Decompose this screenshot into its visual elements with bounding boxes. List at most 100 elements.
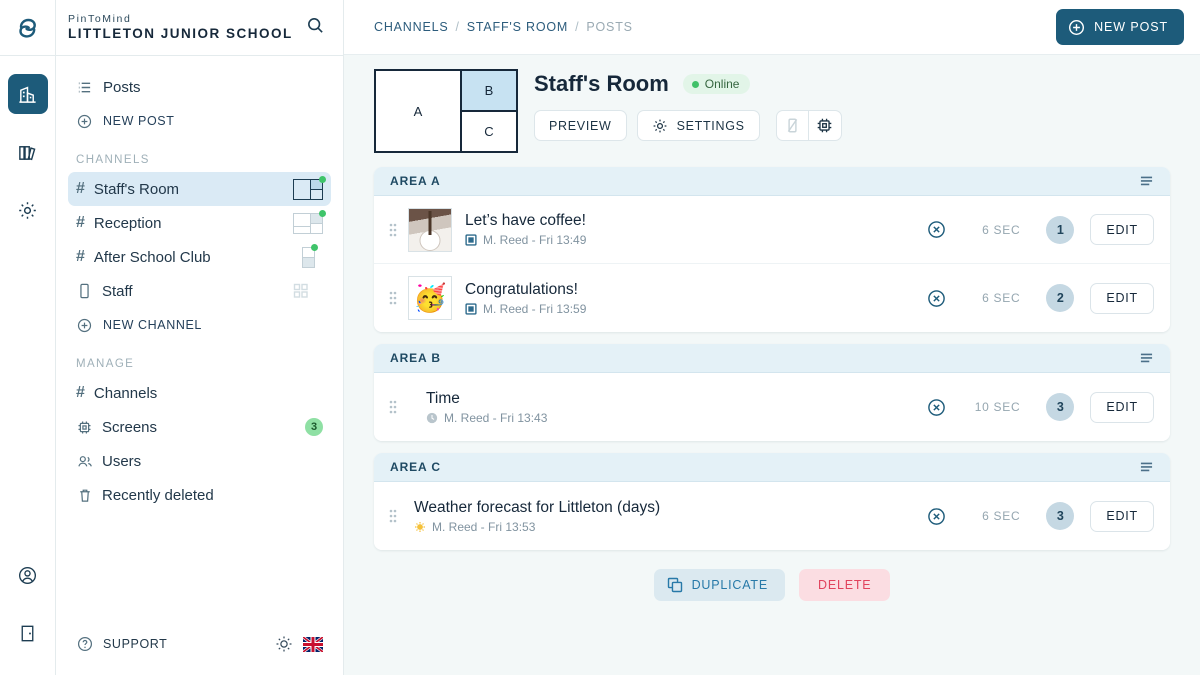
channel-action-buttons: PREVIEW SETTINGS [534,110,1170,141]
rail-item-logout[interactable] [8,613,48,653]
layout-zone-b[interactable]: B [462,71,516,112]
area-header: AREA B [374,344,1170,373]
clock-icon [426,412,438,424]
sun-icon[interactable] [275,635,293,653]
sidebar-item-recently-deleted[interactable]: Recently deleted [68,478,331,512]
plus-circle-icon [76,114,93,129]
delete-button[interactable]: DELETE [799,569,891,601]
sidebar-body: Posts NEW POST CHANNELS # Staff's Room #… [56,56,343,613]
post-order-number[interactable]: 3 [1046,393,1075,421]
top-bar: CHANNELS / STAFF'S ROOM / POSTS NEW POST [344,0,1200,55]
channel-layout-thumbnail [293,175,326,200]
sidebar-item-staffs-room[interactable]: # Staff's Room [68,172,331,206]
layout-right-column: B C [460,71,516,151]
sidebar-item-reception[interactable]: # Reception [68,206,331,240]
sidebar-item-new-post[interactable]: NEW POST [68,104,331,138]
area-section-c: AREA C Weather forecast for Littleton (d… [374,453,1170,550]
sort-list-icon[interactable] [1139,352,1154,365]
sidebar-item-new-channel[interactable]: NEW CHANNEL [68,308,331,342]
edit-button[interactable]: EDIT [1090,214,1154,245]
sidebar-item-posts[interactable]: Posts [68,70,331,104]
gear-icon [652,118,668,134]
table-row[interactable]: Weather forecast for Littleton (days) M.… [374,482,1170,550]
post-duration: 6 SEC [982,291,1021,305]
post-order-number[interactable]: 3 [1046,502,1075,530]
edit-button[interactable]: EDIT [1090,391,1154,423]
search-icon[interactable] [302,12,329,44]
question-circle-icon[interactable] [76,636,93,652]
area-header: AREA A [374,167,1170,196]
layout-zone-a[interactable]: A [376,71,460,151]
breadcrumb-channels[interactable]: CHANNELS [374,20,448,34]
x-circle-icon[interactable] [927,507,946,526]
area-name: AREA C [390,460,441,474]
drag-handle[interactable] [384,400,402,414]
view-mode-group [775,110,842,141]
post-meta-text: M. Reed - Fri 13:59 [483,301,587,316]
x-circle-icon[interactable] [927,289,946,308]
preview-button[interactable]: PREVIEW [534,110,627,141]
mobile-icon [76,283,93,299]
pintomind-logo-icon[interactable] [0,0,56,56]
drag-handle[interactable] [384,509,402,523]
drag-handle[interactable] [384,291,402,305]
sort-list-icon[interactable] [1139,175,1154,188]
post-title: Let’s have coffee! [465,212,586,229]
sidebar-item-after-school-club[interactable]: # After School Club [68,240,331,274]
post-meta: M. Reed - Fri 13:49 [465,233,927,247]
breadcrumb-staffs-room[interactable]: STAFF'S ROOM [467,20,568,34]
page-title: Staff's Room [534,71,669,96]
online-dot [319,209,326,217]
uk-flag-icon[interactable] [303,636,323,652]
settings-button[interactable]: SETTINGS [636,110,760,141]
channel-layout-thumbnail [293,209,326,234]
drag-handle[interactable] [384,223,402,237]
brand-organisation: LITTLETON JUNIOR SCHOOL [68,26,293,41]
edit-button[interactable]: EDIT [1090,282,1154,314]
x-circle-icon[interactable] [927,398,946,417]
channel-header-right: Staff's Room Online PREVIEW SETTINGS [534,69,1170,153]
sidebar-item-staff[interactable]: Staff [68,274,331,308]
rail-item-organisation[interactable] [7,74,48,114]
sidebar-item-channels[interactable]: # Channels [68,376,331,410]
main-content: CHANNELS / STAFF'S ROOM / POSTS NEW POST… [344,0,1200,675]
sort-list-icon[interactable] [1139,461,1154,474]
hash-icon: # [76,248,85,265]
online-dot [311,243,318,251]
duplicate-button[interactable]: DUPLICATE [653,569,785,601]
area-name: AREA A [390,174,441,188]
table-row[interactable]: Let’s have coffee! M. Reed - Fri 13:49 6… [374,196,1170,264]
new-post-button[interactable]: NEW POST [1056,9,1184,45]
trash-icon [76,488,93,503]
post-title: Time [426,389,460,407]
rail-item-account[interactable] [8,555,48,595]
post-meta: M. Reed - Fri 13:53 [414,520,927,534]
channel-layout-thumbnail [293,243,323,268]
x-circle-icon[interactable] [927,220,946,239]
post-duration: 6 SEC [982,509,1021,523]
post-order-number[interactable]: 1 [1046,215,1075,244]
sidebar-item-label: After School Club [93,248,211,266]
support-label[interactable]: SUPPORT [103,637,265,651]
preview-label: PREVIEW [549,118,612,133]
post-meta-text: M. Reed - Fri 13:49 [483,233,587,247]
area-section-b: AREA B Time M. Reed - Fri 13:43 10 SEC 3… [374,344,1170,441]
table-row[interactable]: Time M. Reed - Fri 13:43 10 SEC 3 EDIT [374,373,1170,441]
rail-item-settings[interactable] [8,190,48,230]
layout-preview[interactable]: A B C [374,69,518,153]
sidebar-item-users[interactable]: Users [68,444,331,478]
rail-item-library[interactable] [8,132,48,172]
sidebar-item-label: Posts [103,78,141,96]
edit-button[interactable]: EDIT [1090,500,1154,532]
settings-label: SETTINGS [676,118,745,133]
area-section-a: AREA A Let’s have coffee! M. Reed - Fri … [374,167,1170,332]
layout-zone-c[interactable]: C [462,112,516,151]
post-title: Congratulations! [465,280,578,298]
sidebar-item-label: Staff [102,282,133,300]
table-row[interactable]: 🥳 Congratulations! M. Reed - Fri 13:59 6… [374,264,1170,332]
hash-icon: # [76,214,85,231]
mobile-disabled-icon[interactable] [775,110,809,141]
chip-icon[interactable] [808,110,842,141]
post-order-number[interactable]: 2 [1046,284,1075,312]
sidebar-item-screens[interactable]: Screens 3 [68,410,331,444]
